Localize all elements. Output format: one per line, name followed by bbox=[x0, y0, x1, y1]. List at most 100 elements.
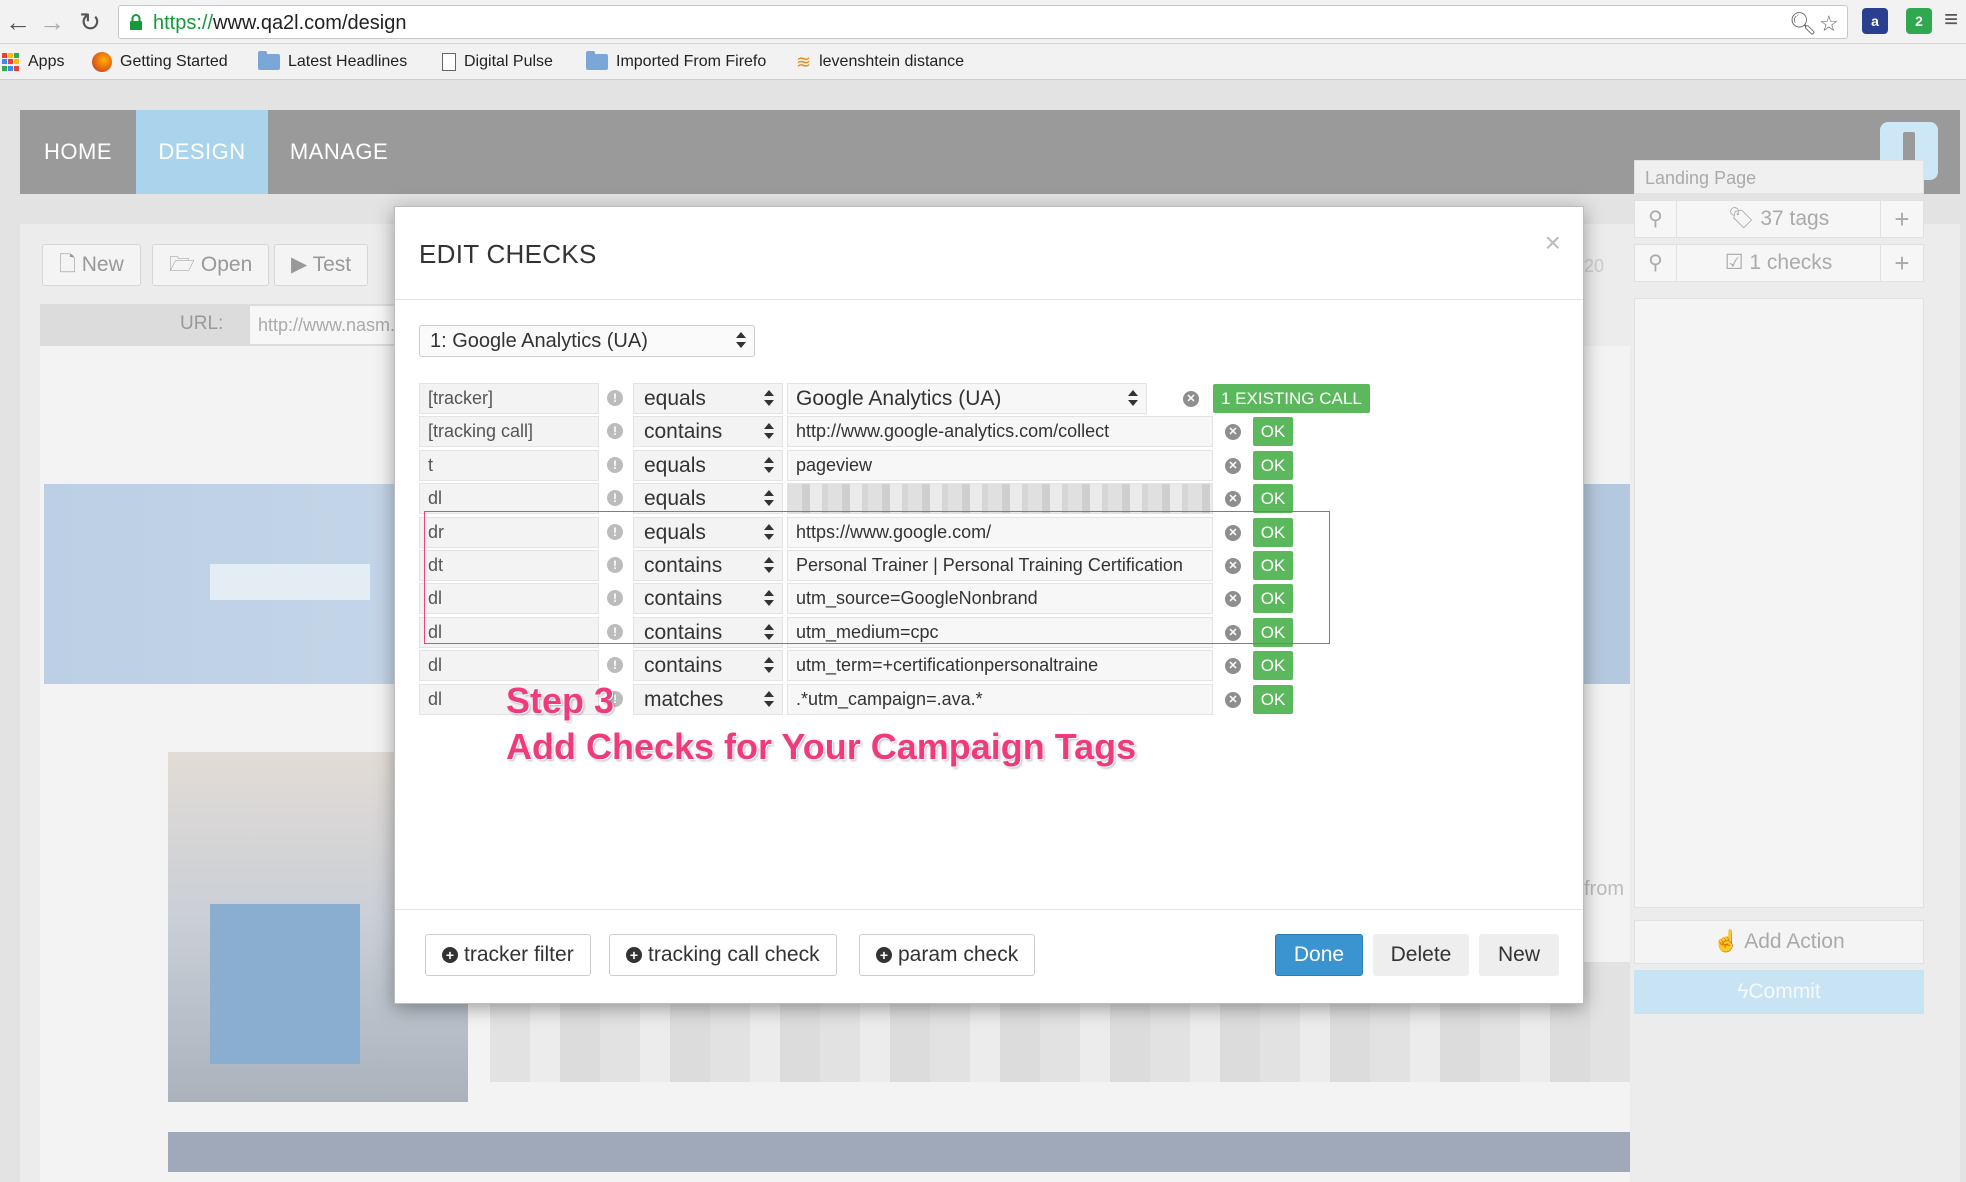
ok-badge: OK bbox=[1253, 684, 1293, 714]
bookmark-latest-headlines[interactable]: Latest Headlines bbox=[258, 50, 407, 74]
remove-icon[interactable]: ✕ bbox=[1183, 391, 1199, 407]
info-icon[interactable]: ! bbox=[607, 657, 623, 674]
zoom-icon[interactable]: 🔍︎ bbox=[1789, 11, 1817, 37]
preview-footer-block bbox=[168, 1132, 1630, 1172]
firefox-icon bbox=[92, 52, 112, 72]
nav-design[interactable]: DESIGN bbox=[136, 110, 268, 194]
value-input[interactable]: pageview bbox=[787, 449, 1213, 481]
close-icon[interactable]: × bbox=[1545, 227, 1561, 259]
operator-select[interactable]: equals bbox=[633, 383, 783, 414]
pointer-hand-icon: ☝ bbox=[1713, 930, 1740, 953]
page-url-input[interactable]: http://www.nasm.org bbox=[250, 306, 410, 344]
test-button[interactable]: ▶ Test bbox=[274, 244, 369, 286]
folder-icon bbox=[258, 51, 280, 70]
folder-icon bbox=[586, 51, 608, 70]
bookmark-levenshtein[interactable]: ≋ levenshtein distance bbox=[796, 50, 964, 74]
value-select[interactable]: Google Analytics (UA) bbox=[787, 383, 1147, 414]
bookmark-getting-started[interactable]: Getting Started bbox=[92, 50, 228, 74]
open-button[interactable]: 🗁 Open bbox=[152, 244, 270, 286]
stack-icon: ≋ bbox=[796, 51, 812, 72]
add-check-icon[interactable]: + bbox=[1881, 245, 1923, 281]
check-key[interactable]: [tracking call] bbox=[419, 416, 599, 448]
extension-badge-icon[interactable]: 2 bbox=[1906, 8, 1932, 34]
new-check-button[interactable]: New bbox=[1479, 934, 1559, 976]
info-icon[interactable]: ! bbox=[607, 456, 623, 473]
operator-select[interactable]: equals bbox=[633, 483, 783, 515]
preview-figure-block bbox=[210, 904, 360, 1064]
url-label: URL: bbox=[180, 313, 224, 334]
menu-icon[interactable]: ≡ bbox=[1944, 6, 1958, 34]
check-key[interactable]: dl bbox=[419, 483, 599, 515]
button-label: tracker filter bbox=[464, 943, 574, 966]
remove-icon[interactable]: ✕ bbox=[1225, 491, 1241, 508]
add-tag-icon[interactable]: + bbox=[1881, 201, 1923, 237]
annotation-caption: Add Checks for Your Campaign Tags bbox=[506, 726, 1137, 767]
reload-icon[interactable]: ↻ bbox=[74, 6, 106, 38]
search-icon[interactable]: ⚲ bbox=[1635, 201, 1677, 237]
tags-count-button[interactable]: 🏷︎ 37 tags bbox=[1677, 201, 1881, 237]
tracking-call-check-button[interactable]: + tracking call check bbox=[609, 934, 837, 976]
folder-open-icon: 🗁 bbox=[169, 253, 196, 276]
modal-title: EDIT CHECKS bbox=[419, 239, 597, 269]
new-label: New bbox=[81, 253, 124, 276]
bolt-icon: ϟ bbox=[1737, 980, 1749, 1003]
select-arrows-icon bbox=[764, 488, 774, 508]
bookmark-apps[interactable]: Apps bbox=[2, 50, 64, 74]
value-input[interactable]: http://www.google-analytics.com/collect bbox=[787, 416, 1213, 448]
tag-icon: 🏷︎ bbox=[1727, 207, 1755, 230]
bookmark-digital-pulse[interactable]: Digital Pulse bbox=[442, 50, 553, 74]
extension-icon[interactable]: a bbox=[1862, 8, 1888, 34]
lock-icon bbox=[130, 14, 142, 30]
file-icon: 🗋 bbox=[59, 253, 76, 276]
annotation-step: Step 3 bbox=[506, 680, 615, 721]
search-icon[interactable]: ⚲ bbox=[1635, 245, 1677, 281]
nav-manage[interactable]: MANAGE bbox=[268, 110, 410, 194]
checks-count-label: 1 checks bbox=[1749, 251, 1833, 274]
address-bar[interactable]: https://www.qa2l.com/design 🔍︎ ☆ bbox=[118, 5, 1848, 39]
checkbox-icon: ☑ bbox=[1724, 251, 1744, 274]
checks-count-button[interactable]: ☑ 1 checks bbox=[1677, 245, 1881, 281]
open-label: Open bbox=[200, 253, 253, 276]
tracker-select-value: 1: Google Analytics (UA) bbox=[430, 330, 648, 352]
value-text: Google Analytics (UA) bbox=[796, 387, 1002, 410]
tracker-select[interactable]: 1: Google Analytics (UA) bbox=[419, 325, 755, 357]
remove-icon[interactable]: ✕ bbox=[1225, 457, 1241, 474]
param-check-button[interactable]: + param check bbox=[859, 934, 1036, 976]
select-arrows-icon bbox=[736, 330, 746, 350]
select-arrows-icon bbox=[764, 455, 774, 475]
check-key[interactable]: [tracker] bbox=[419, 383, 599, 414]
add-action-button[interactable]: ☝ Add Action bbox=[1634, 920, 1924, 964]
operator-value: contains bbox=[644, 654, 723, 678]
tracker-filter-button[interactable]: + tracker filter bbox=[425, 934, 591, 976]
operator-value: contains bbox=[644, 420, 723, 444]
delete-button[interactable]: Delete bbox=[1373, 934, 1469, 976]
check-key[interactable]: dl bbox=[419, 650, 599, 682]
divider bbox=[395, 299, 1583, 300]
select-arrows-icon bbox=[764, 421, 774, 441]
info-icon[interactable]: ! bbox=[607, 490, 623, 507]
operator-select[interactable]: contains bbox=[633, 650, 783, 682]
remove-icon[interactable]: ✕ bbox=[1225, 424, 1241, 441]
operator-select[interactable]: contains bbox=[633, 416, 783, 448]
remove-icon[interactable]: ✕ bbox=[1225, 658, 1241, 675]
operator-select[interactable]: equals bbox=[633, 449, 783, 481]
actions-list bbox=[1634, 298, 1924, 908]
ok-badge: OK bbox=[1253, 417, 1293, 447]
info-icon[interactable]: ! bbox=[607, 390, 623, 406]
value-input-redacted[interactable] bbox=[787, 483, 1213, 515]
done-button[interactable]: Done bbox=[1275, 934, 1363, 976]
forward-arrow-icon[interactable]: → bbox=[36, 6, 68, 38]
remove-icon[interactable]: ✕ bbox=[1225, 691, 1241, 708]
info-icon[interactable]: ! bbox=[607, 423, 623, 440]
ok-badge: OK bbox=[1253, 484, 1293, 514]
bookmark-label: Latest Headlines bbox=[288, 53, 408, 70]
commit-button[interactable]: ϟCommit bbox=[1634, 970, 1924, 1014]
back-arrow-icon[interactable]: ← bbox=[2, 6, 34, 38]
value-input[interactable]: utm_term=+certificationpersonaltraine bbox=[787, 650, 1213, 682]
bookmark-imported[interactable]: Imported From Firefo bbox=[586, 50, 804, 74]
check-key[interactable]: t bbox=[419, 449, 599, 481]
existing-call-badge[interactable]: 1 EXISTING CALL bbox=[1213, 384, 1370, 413]
new-page-button[interactable]: 🗋 New bbox=[42, 244, 141, 286]
nav-home[interactable]: HOME bbox=[20, 110, 136, 194]
bookmark-star-icon[interactable]: ☆ bbox=[1819, 11, 1839, 37]
